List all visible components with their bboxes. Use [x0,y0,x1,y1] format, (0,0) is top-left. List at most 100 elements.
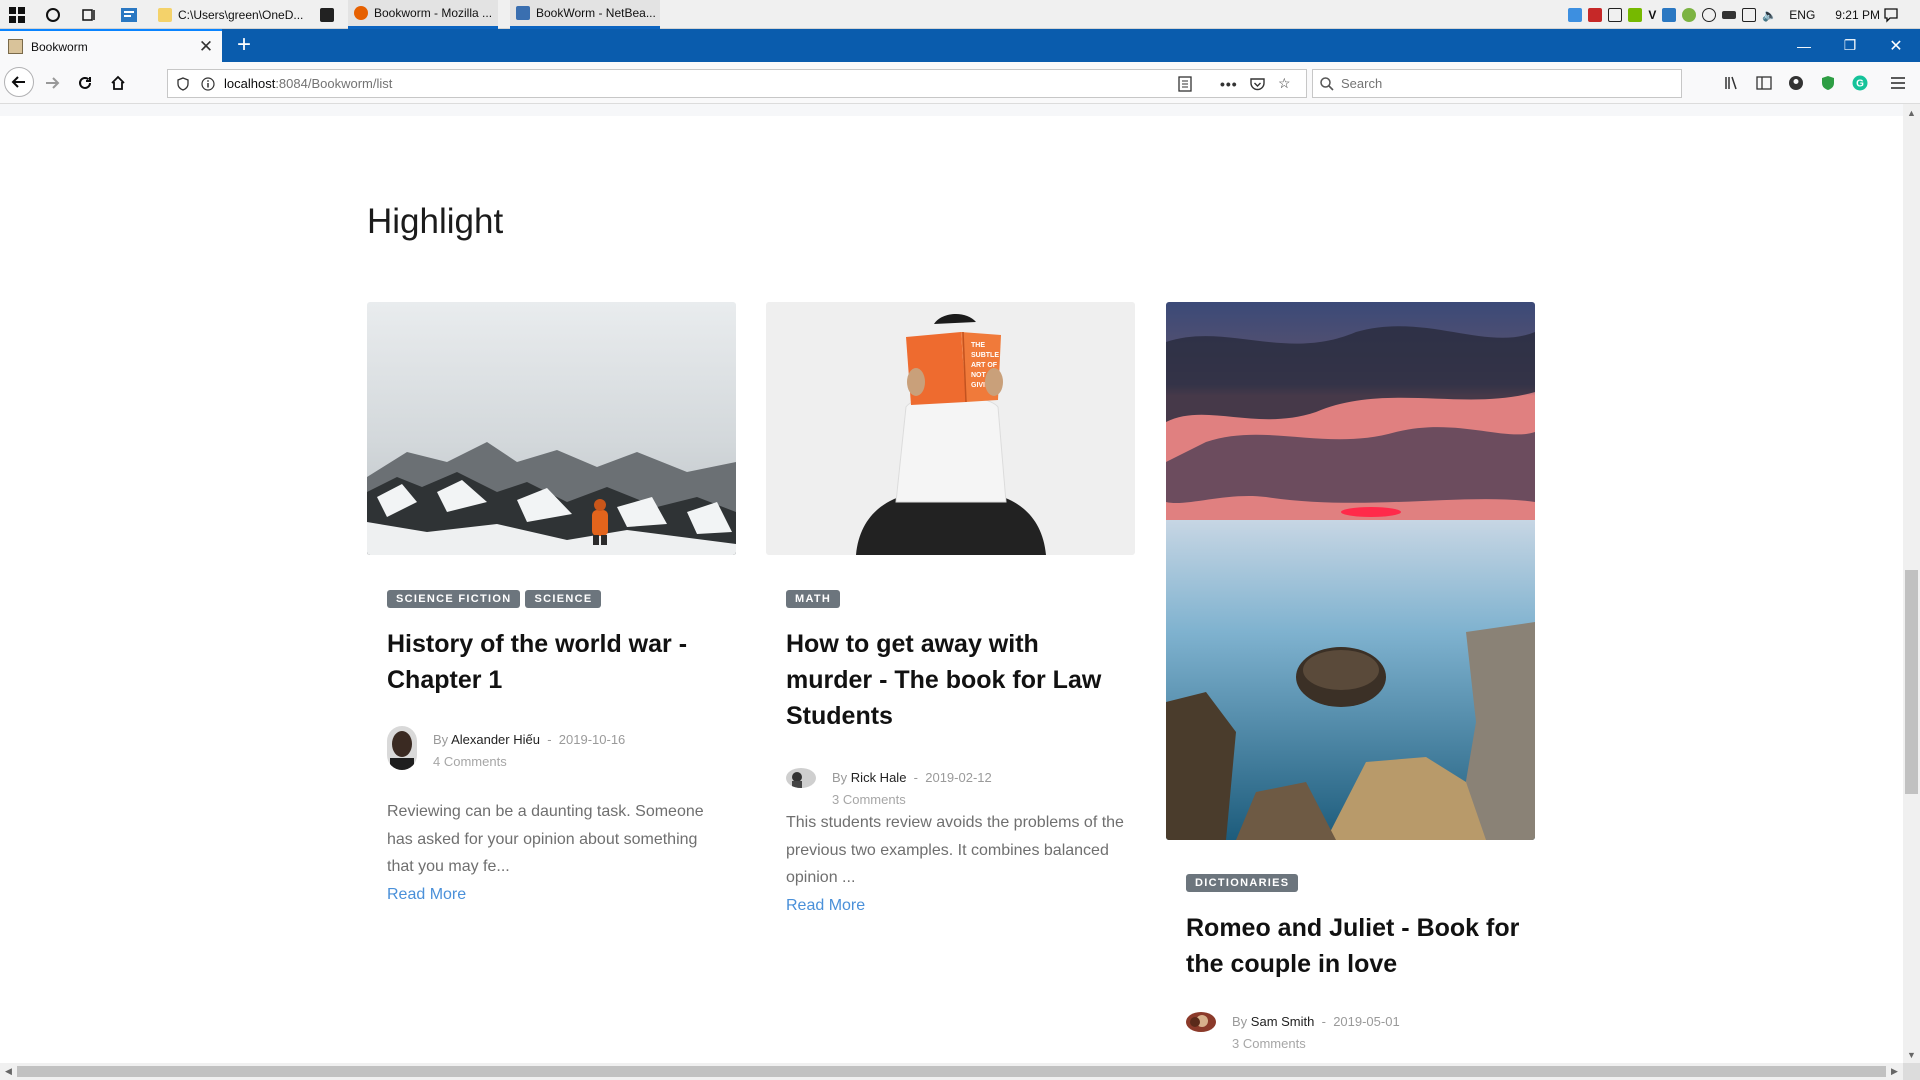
category-tag[interactable]: DICTIONARIES [1186,874,1299,892]
action-center-icon[interactable] [1880,4,1902,26]
section-title: Highlight [367,202,504,241]
post-byline: By Alexander Hiếu - 2019-10-16 [433,732,625,747]
post-tags: MATH [786,590,841,608]
search-icon [1313,76,1341,91]
folder-icon [158,7,172,22]
post-meta: By Alexander Hiếu - 2019-10-16 4 Comment… [387,726,727,770]
site-info-icon[interactable] [198,76,218,91]
vertical-scroll-thumb[interactable] [1905,570,1918,794]
word-icon[interactable] [1662,7,1677,22]
post-date: 2019-02-12 [925,770,992,785]
hamburger-menu-icon[interactable] [1888,73,1908,93]
close-tab-icon[interactable]: ✕ [196,37,216,57]
netbeans-icon [516,6,530,20]
bookmark-star-icon[interactable]: ☆ [1278,70,1291,97]
minimize-icon[interactable]: — [1782,29,1826,62]
avatar[interactable] [387,726,417,770]
favicon-icon [8,39,23,54]
page-actions-icon[interactable]: ••• [1220,70,1238,97]
network-off-icon[interactable] [1702,7,1717,22]
search-input[interactable]: Search [1341,76,1382,91]
url-bar[interactable]: localhost:8084/Bookworm/list ••• ☆ [167,69,1307,98]
taskbar-item-label: Bookworm - Mozilla ... [374,6,493,20]
account-icon[interactable] [1786,73,1806,93]
library-icon[interactable] [1722,73,1742,93]
battery-icon[interactable] [1722,10,1737,19]
taskbar-item-label: C:\Users\green\OneD... [178,7,304,22]
windows-start-icon[interactable] [6,4,28,26]
home-icon[interactable] [104,69,132,97]
post-thumbnail[interactable] [1166,302,1535,840]
sync-icon[interactable] [1682,7,1697,22]
taskbar-item-explorer[interactable]: C:\Users\green\OneD... [152,0,332,29]
author-name[interactable]: Sam Smith [1251,1014,1315,1029]
category-tag[interactable]: SCIENCE FICTION [387,590,521,608]
taskbar-item-netbeans[interactable]: BookWorm - NetBea... [510,0,660,29]
search-bar[interactable]: Search [1312,69,1682,98]
tab-strip: Bookworm ✕ + — ❐ ✕ [0,29,1920,62]
category-tag[interactable]: SCIENCE [525,590,602,608]
shield-icon[interactable] [1608,7,1623,22]
navigation-toolbar: localhost:8084/Bookworm/list ••• ☆ Searc… [0,62,1920,104]
forward-icon[interactable] [38,69,66,97]
restore-icon[interactable]: ❐ [1828,29,1872,62]
category-tag[interactable]: MATH [786,590,841,608]
display-icon[interactable] [1742,7,1757,22]
scroll-up-icon[interactable]: ▲ [1903,104,1920,121]
pocket-icon[interactable] [1250,70,1265,97]
header-divider [0,104,1903,116]
horizontal-scroll-thumb[interactable] [17,1066,1886,1077]
post-tags: DICTIONARIES [1186,874,1299,892]
new-tab-icon[interactable]: + [232,31,256,59]
post-thumbnail[interactable] [367,302,736,555]
tracking-shield-icon[interactable] [168,76,198,91]
svg-text:ART OF: ART OF [971,362,998,369]
language-indicator[interactable]: ENG [1789,8,1815,22]
onedrive-icon[interactable] [1568,7,1583,22]
volume-icon[interactable]: 🔈 [1762,8,1777,22]
app-pinned-icon[interactable] [118,4,140,26]
scroll-right-icon[interactable]: ▶ [1886,1063,1903,1080]
scroll-left-icon[interactable]: ◀ [0,1063,17,1080]
task-view-icon[interactable] [78,4,100,26]
back-icon[interactable] [4,67,34,97]
taskbar-item-firefox[interactable]: Bookworm - Mozilla ... [348,0,498,29]
avatar[interactable] [1186,1012,1216,1032]
post-excerpt: Reviewing can be a daunting task. Someon… [387,803,704,875]
post-title[interactable]: History of the world war - Chapter 1 [387,626,727,698]
read-more-link[interactable]: Read More [387,886,466,904]
reader-view-icon[interactable] [1178,70,1192,97]
cortana-search-icon[interactable] [42,4,64,26]
horizontal-scrollbar[interactable]: ◀ ▶ [0,1063,1903,1080]
sidebar-icon[interactable] [1754,73,1774,93]
url-host: localhost [224,76,276,91]
vertical-scrollbar[interactable]: ▲ ▼ [1903,104,1920,1063]
close-window-icon[interactable]: ✕ [1874,29,1918,62]
firefox-icon [354,6,368,20]
post-title[interactable]: How to get away with murder - The book f… [786,626,1126,734]
read-more-link[interactable]: Read More [786,897,865,915]
post-meta: By Sam Smith - 2019-05-01 3 Comments [1186,1008,1526,1052]
author-name[interactable]: Alexander Hiếu [451,732,540,747]
tab-bookworm[interactable]: Bookworm ✕ [0,29,222,62]
mountain-hiker-image [367,302,736,555]
nvidia-icon[interactable] [1628,7,1643,22]
man-reading-book-image: THE SUBTLE ART OF NOT GIVING [766,302,1135,555]
scroll-down-icon[interactable]: ▼ [1903,1046,1920,1063]
comment-count[interactable]: 3 Comments [1232,1036,1306,1051]
reload-icon[interactable] [71,69,99,97]
v-icon[interactable]: V [1648,8,1656,22]
avatar[interactable] [786,768,816,788]
comment-count[interactable]: 4 Comments [433,754,507,769]
post-title[interactable]: Romeo and Juliet - Book for the couple i… [1186,910,1526,982]
adblock-shield-icon[interactable] [1818,73,1838,93]
grammarly-icon[interactable]: G [1850,73,1870,93]
taskbar-item-store[interactable] [314,0,344,29]
clock[interactable]: 9:21 PM [1835,8,1880,22]
by-label: By [832,770,848,785]
author-name[interactable]: Rick Hale [851,770,907,785]
app-tray-icon[interactable] [1588,7,1603,22]
comment-count[interactable]: 3 Comments [832,792,906,807]
post-thumbnail[interactable]: THE SUBTLE ART OF NOT GIVING [766,302,1135,555]
system-tray: V 🔈 ENG 9:21 PM [1568,0,1880,29]
